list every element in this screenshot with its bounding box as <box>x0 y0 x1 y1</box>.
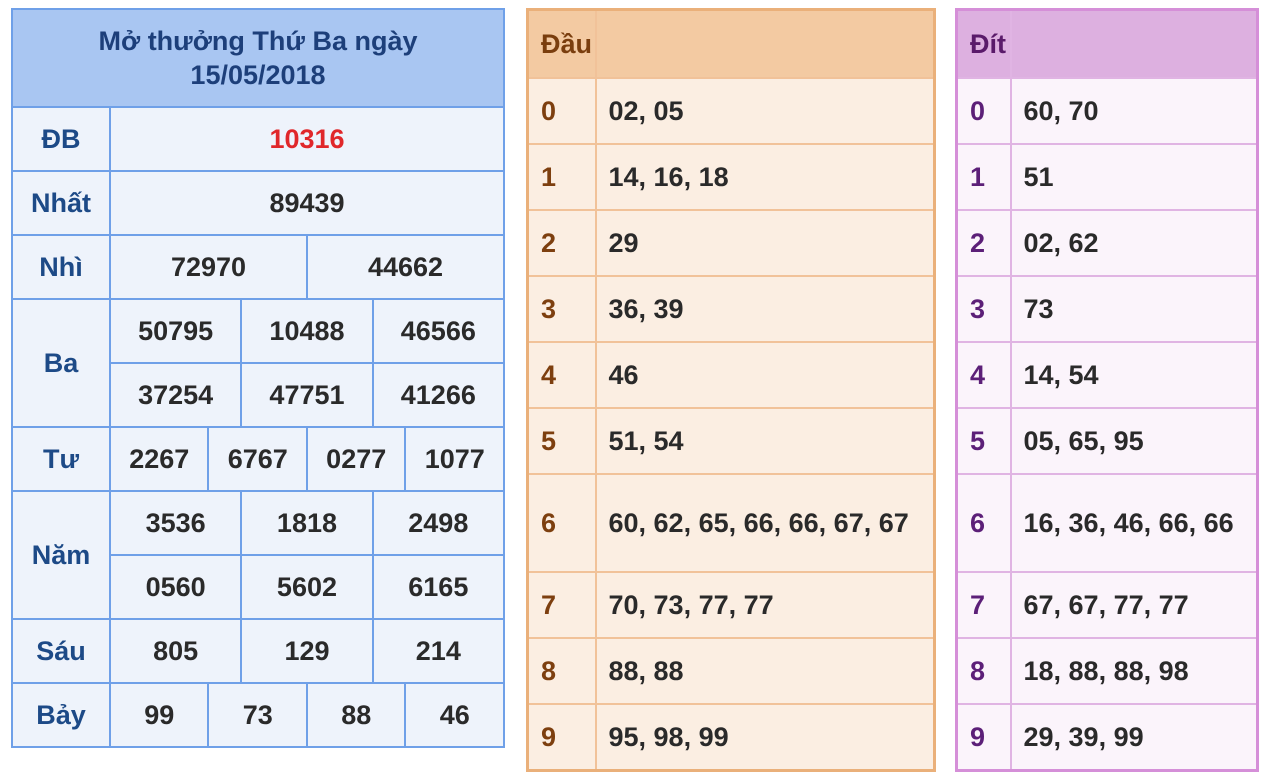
prize-nhi-value: 72970 <box>109 234 308 300</box>
prize-bay-value: 46 <box>404 682 505 748</box>
tail-values: 67, 67, 77, 77 <box>1009 571 1259 639</box>
prize-bay-value: 73 <box>207 682 308 748</box>
prize-sau-value: 805 <box>108 618 243 684</box>
tail-digit: 2 <box>955 209 1012 277</box>
tail-values: 73 <box>1009 275 1259 343</box>
head-values: 60, 62, 65, 66, 66, 67, 67 <box>594 473 936 573</box>
tail-header: Đít <box>955 8 1012 79</box>
head-digit: 5 <box>526 407 597 475</box>
prize-label-db: ĐB <box>11 106 111 172</box>
results-title: Mở thưởng Thứ Ba ngày 15/05/2018 <box>11 8 505 108</box>
head-values: 02, 05 <box>594 77 936 145</box>
prize-ba-value: 37254 <box>108 362 243 428</box>
prize-sau-value: 129 <box>240 618 374 684</box>
head-header: Đầu <box>526 8 597 79</box>
head-digit: 7 <box>526 571 597 639</box>
head-values: 36, 39 <box>594 275 936 343</box>
tail-digit: 0 <box>955 77 1012 145</box>
head-header-blank <box>594 8 936 79</box>
prize-ba-value: 47751 <box>240 362 374 428</box>
tail-values: 05, 65, 95 <box>1009 407 1259 475</box>
tail-values: 14, 54 <box>1009 341 1259 409</box>
head-values: 95, 98, 99 <box>594 703 936 772</box>
head-digit: 4 <box>526 341 597 409</box>
head-digit: 2 <box>526 209 597 277</box>
tail-header-blank <box>1009 8 1259 79</box>
tail-values: 29, 39, 99 <box>1009 703 1259 772</box>
tail-digit: 8 <box>955 637 1012 705</box>
results-table: Mở thưởng Thứ Ba ngày 15/05/2018 ĐB 1031… <box>11 8 506 748</box>
tail-digit: 5 <box>955 407 1012 475</box>
tail-digit: 6 <box>955 473 1012 573</box>
prize-ba-value: 46566 <box>371 298 506 364</box>
prize-ba-value: 50795 <box>108 298 243 364</box>
prize-nam-value: 3536 <box>108 490 243 556</box>
prize-bay-value: 99 <box>108 682 210 748</box>
head-digit: 3 <box>526 275 597 343</box>
prize-sau-value: 214 <box>371 618 506 684</box>
tail-digit: 4 <box>955 341 1012 409</box>
prize-nhat-value: 89439 <box>109 170 505 236</box>
tail-digit: 1 <box>955 143 1012 211</box>
prize-nam-value: 1818 <box>240 490 374 556</box>
prize-db-value: 10316 <box>109 106 505 172</box>
tail-values: 51 <box>1009 143 1259 211</box>
prize-tu-value: 2267 <box>108 426 210 492</box>
head-digit-table: Đầu 0 02, 05 1 14, 16, 18 2 29 3 36, 39 4 46 … <box>526 8 936 772</box>
prize-nam-value: 6165 <box>371 554 506 620</box>
head-values: 46 <box>594 341 936 409</box>
title-line-2: 15/05/2018 <box>190 60 326 90</box>
prize-ba-value: 41266 <box>371 362 506 428</box>
tail-values: 18, 88, 88, 98 <box>1009 637 1259 705</box>
prize-label-ba: Ba <box>11 298 111 428</box>
tail-values: 60, 70 <box>1009 77 1259 145</box>
prize-tu-value: 6767 <box>207 426 308 492</box>
prize-label-tu: Tư <box>11 426 111 492</box>
head-values: 70, 73, 77, 77 <box>594 571 936 639</box>
prize-nam-value: 2498 <box>371 490 506 556</box>
tail-digit: 7 <box>955 571 1012 639</box>
prize-nam-value: 5602 <box>240 554 374 620</box>
prize-tu-value: 0277 <box>305 426 407 492</box>
head-digit: 9 <box>526 703 597 772</box>
prize-nam-value: 0560 <box>108 554 243 620</box>
prize-ba-value: 10488 <box>240 298 374 364</box>
head-values: 51, 54 <box>594 407 936 475</box>
tail-digit: 3 <box>955 275 1012 343</box>
title-line-1: Mở thưởng Thứ Ba ngày <box>98 26 418 56</box>
prize-label-bay: Bảy <box>11 682 111 748</box>
head-digit: 0 <box>526 77 597 145</box>
prize-bay-value: 88 <box>305 682 407 748</box>
head-values: 29 <box>594 209 936 277</box>
tail-values: 02, 62 <box>1009 209 1259 277</box>
prize-label-sau: Sáu <box>11 618 111 684</box>
prize-tu-value: 1077 <box>404 426 505 492</box>
prize-label-nam: Năm <box>11 490 111 620</box>
prize-label-nhi: Nhì <box>11 234 111 300</box>
prize-nhi-value: 44662 <box>305 234 506 300</box>
tail-digit-table: Đít 0 60, 70 1 51 2 02, 62 3 73 4 14, 54 5 05,… <box>955 8 1259 772</box>
head-digit: 1 <box>526 143 597 211</box>
tail-values: 16, 36, 46, 66, 66 <box>1009 473 1259 573</box>
prize-label-nhat: Nhất <box>11 170 111 236</box>
head-values: 14, 16, 18 <box>594 143 936 211</box>
head-digit: 6 <box>526 473 597 573</box>
head-values: 88, 88 <box>594 637 936 705</box>
tail-digit: 9 <box>955 703 1012 772</box>
head-digit: 8 <box>526 637 597 705</box>
